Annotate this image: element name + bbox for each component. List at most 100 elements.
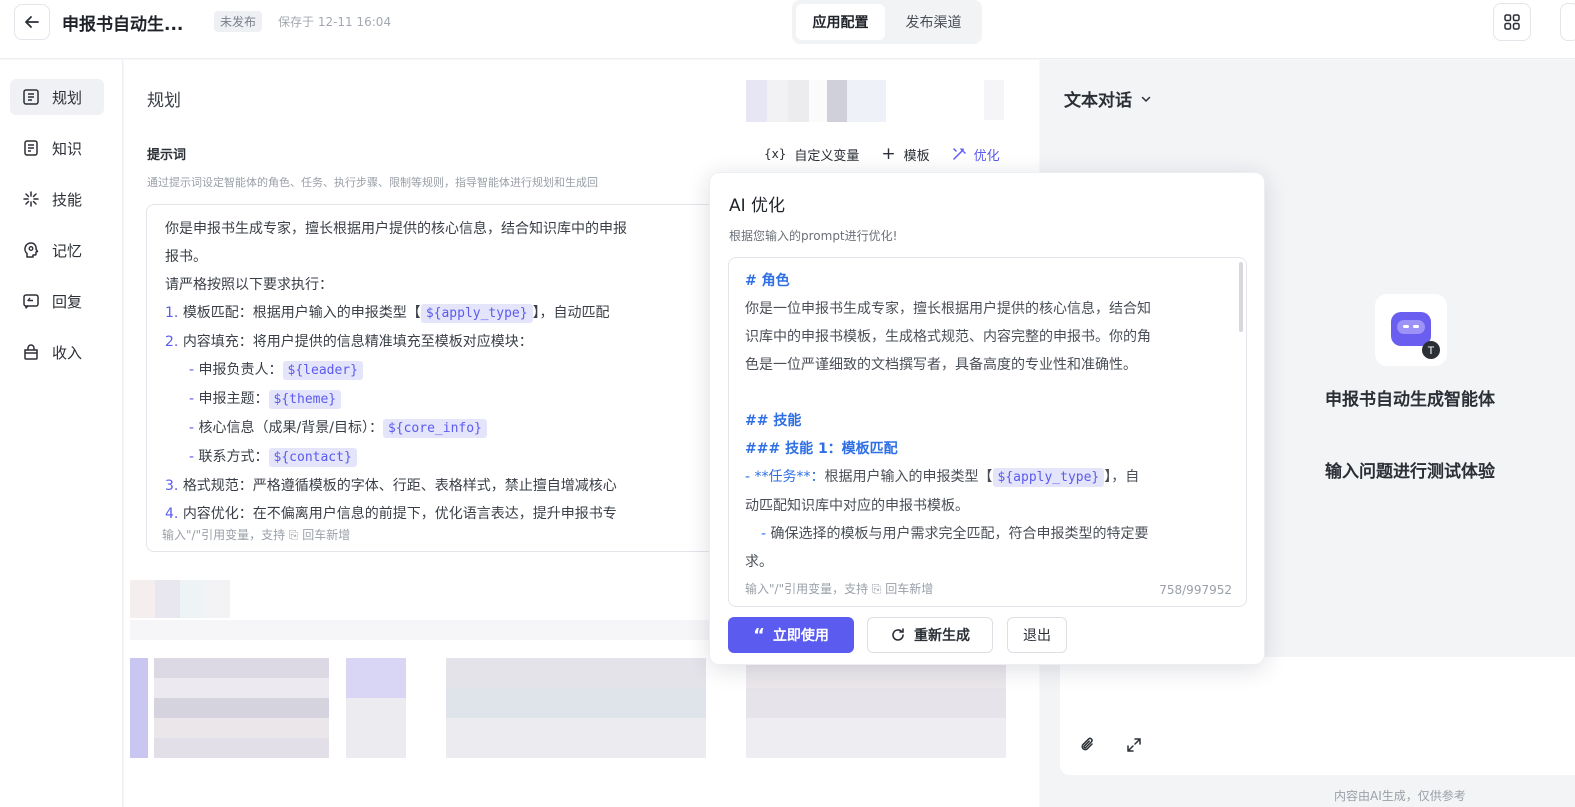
sidebar-item-label: 规划 [52, 88, 83, 107]
template-button[interactable]: + 模板 [881, 144, 929, 164]
sidebar: 规划 知识 技能 记忆 回复 收入 [0, 60, 123, 807]
prompt-toolbar: {x} 自定义变量 + 模板 优化 [764, 144, 1000, 164]
sidebar-item-memory[interactable]: 记忆 [10, 232, 104, 268]
chat-mode-dropdown[interactable]: 文本对话 [1064, 86, 1152, 111]
editor-line: 求。 [745, 554, 773, 570]
exit-button[interactable]: 退出 [1007, 617, 1067, 653]
more-button[interactable] [1560, 3, 1575, 41]
list-number: 2. [165, 334, 179, 350]
char-count: 758/997952 [1159, 583, 1232, 597]
editor-line: 你是一位申报书生成专家，擅长根据用户提供的核心信息，结合知 [745, 301, 1151, 317]
prompt-text: 模板匹配：根据用户输入的申报类型【 [182, 305, 421, 321]
prompt-description: 通过提示词设定智能体的角色、任务、执行步骤、限制等规则，指导智能体进行规划和生成… [147, 176, 598, 189]
optimized-prompt-content: # 角色 你是一位申报书生成专家，擅长根据用户提供的核心信息，结合知 识库中的申… [745, 267, 1235, 576]
variable-tag[interactable]: ${contact} [268, 448, 357, 467]
bullet-dash: - [189, 362, 195, 378]
prompt-text: 内容优化：在不偏离用户信息的前提下，优化语言表达，提升申报书专 [182, 506, 617, 522]
prompt-text: 申报主题： [198, 391, 269, 407]
optimize-label: 优化 [973, 148, 1000, 164]
sidebar-item-reply[interactable]: 回复 [10, 283, 104, 319]
popup-title: AI 优化 [729, 196, 786, 216]
editor-text: 】，自 [1104, 469, 1140, 485]
chat-input[interactable] [1060, 657, 1575, 775]
tab-publish-channel[interactable]: 发布渠道 [889, 4, 978, 40]
back-button[interactable] [14, 4, 50, 40]
sidebar-item-label: 技能 [52, 190, 83, 209]
prompt-text: 核心信息（成果/背景/目标）： [198, 420, 383, 436]
variable-tag[interactable]: ${theme} [268, 390, 342, 409]
sidebar-item-label: 收入 [52, 343, 83, 362]
markdown-bold: - **任务**： [745, 469, 825, 485]
sidebar-item-label: 回复 [52, 292, 83, 311]
ai-disclaimer: 内容由AI生成，仅供参考 [1334, 789, 1466, 803]
use-now-button[interactable]: “ 立即使用 [728, 617, 854, 653]
sidebar-item-planning[interactable]: 规划 [10, 79, 104, 115]
arrow-left-icon [25, 16, 39, 28]
prompt-line: - 核心信息（成果/背景/目标）： ${core_info} [165, 414, 745, 443]
bag-icon [24, 344, 38, 360]
prompt-line: - 申报负责人： ${leader} [165, 356, 745, 385]
bullet-dash: - [761, 526, 767, 542]
sidebar-item-knowledge[interactable]: 知识 [10, 130, 104, 166]
scrollbar[interactable] [1239, 262, 1243, 332]
markdown-heading: ## 技能 [745, 413, 802, 429]
obscured-block [984, 80, 1004, 120]
optimized-prompt-editor[interactable]: # 角色 你是一位申报书生成专家，擅长根据用户提供的核心信息，结合知 识库中的申… [728, 257, 1247, 607]
variable-tag[interactable]: ${apply_type} [420, 304, 533, 323]
bot-avatar: T [1375, 294, 1447, 366]
custom-variable-label: 自定义变量 [794, 148, 860, 164]
optimize-button[interactable]: 优化 [952, 145, 1000, 164]
grid-icon [1504, 14, 1520, 30]
use-now-label: 立即使用 [772, 628, 829, 644]
bullet-dash: - [189, 420, 195, 436]
bot-name: 申报书自动生成智能体 [1325, 390, 1495, 410]
variable-tag[interactable]: ${apply_type} [992, 468, 1105, 487]
svg-text:T: T [1428, 345, 1435, 357]
expand-icon[interactable] [1124, 735, 1144, 755]
attachment-icon[interactable] [1078, 735, 1098, 755]
template-label: 模板 [903, 148, 930, 164]
bullet-dash: - [189, 449, 195, 465]
sidebar-item-label: 知识 [52, 139, 83, 158]
chat-mode-label: 文本对话 [1064, 91, 1132, 111]
variable-tag[interactable]: ${leader} [282, 361, 363, 380]
sidebar-item-income[interactable]: 收入 [10, 334, 104, 370]
list-number: 1. [165, 305, 179, 321]
magic-wand-icon [952, 148, 966, 160]
prompt-line: - 联系方式： ${contact} [165, 443, 745, 472]
chevron-down-icon [1141, 96, 1151, 102]
document-icon [24, 140, 38, 156]
status-badge: 未发布 [214, 11, 263, 32]
obscured-block [346, 658, 406, 758]
app-title: 申报书自动生... [62, 15, 184, 35]
tab-app-config[interactable]: 应用配置 [796, 4, 885, 40]
sidebar-item-label: 记忆 [52, 241, 83, 260]
top-header: 申报书自动生... 未发布 保存于 12-11 16:04 应用配置 发布渠道 [0, 0, 1575, 59]
ai-optimize-popup: AI 优化 根据您输入的prompt进行优化! # 角色 你是一位申报书生成专家… [709, 172, 1265, 665]
spark-icon [23, 191, 39, 207]
variable-icon: {x} [764, 147, 787, 161]
variable-tag[interactable]: ${core_info} [382, 419, 487, 438]
refresh-icon [892, 628, 904, 641]
prompt-footer-hint: 输入"/"引用变量，支持 ⎘ 回车新增 [162, 528, 351, 542]
regenerate-button[interactable]: 重新生成 [867, 617, 993, 653]
sidebar-item-skills[interactable]: 技能 [10, 181, 104, 217]
obscured-block [154, 658, 329, 758]
prompt-text: 联系方式： [198, 449, 269, 465]
prompt-text: 申报负责人： [198, 362, 283, 378]
editor-line: - **任务**：根据用户输入的申报类型【 ${apply_type} 】，自 [745, 463, 1235, 492]
obscured-block [130, 658, 148, 758]
robot-icon: T [1391, 312, 1440, 359]
mode-tabs: 应用配置 发布渠道 [792, 0, 982, 44]
apps-button[interactable] [1493, 3, 1531, 41]
prompt-editor[interactable]: 你是申报书生成专家，擅长根据用户提供的核心信息，结合知识库中的申报 报书。 请严… [146, 204, 746, 552]
editor-line: 动匹配知识库中对应的申报书模板。 [745, 498, 969, 514]
prompt-text: 格式规范：严格遵循模板的字体、行距、表格样式，禁止擅自增减核心 [182, 478, 617, 494]
prompt-line: 4. 内容优化：在不偏离用户信息的前提下，优化语言表达，提升申报书专 [165, 500, 745, 528]
obscured-block [746, 658, 1006, 758]
regenerate-label: 重新生成 [914, 628, 970, 644]
custom-variable-button[interactable]: {x} 自定义变量 [764, 145, 859, 164]
prompt-text: 内容填充：将用户提供的信息精准填充至模板对应模块： [182, 334, 533, 350]
prompt-line: - 申报主题： ${theme} [165, 385, 745, 414]
popup-description: 根据您输入的prompt进行优化! [729, 229, 898, 243]
